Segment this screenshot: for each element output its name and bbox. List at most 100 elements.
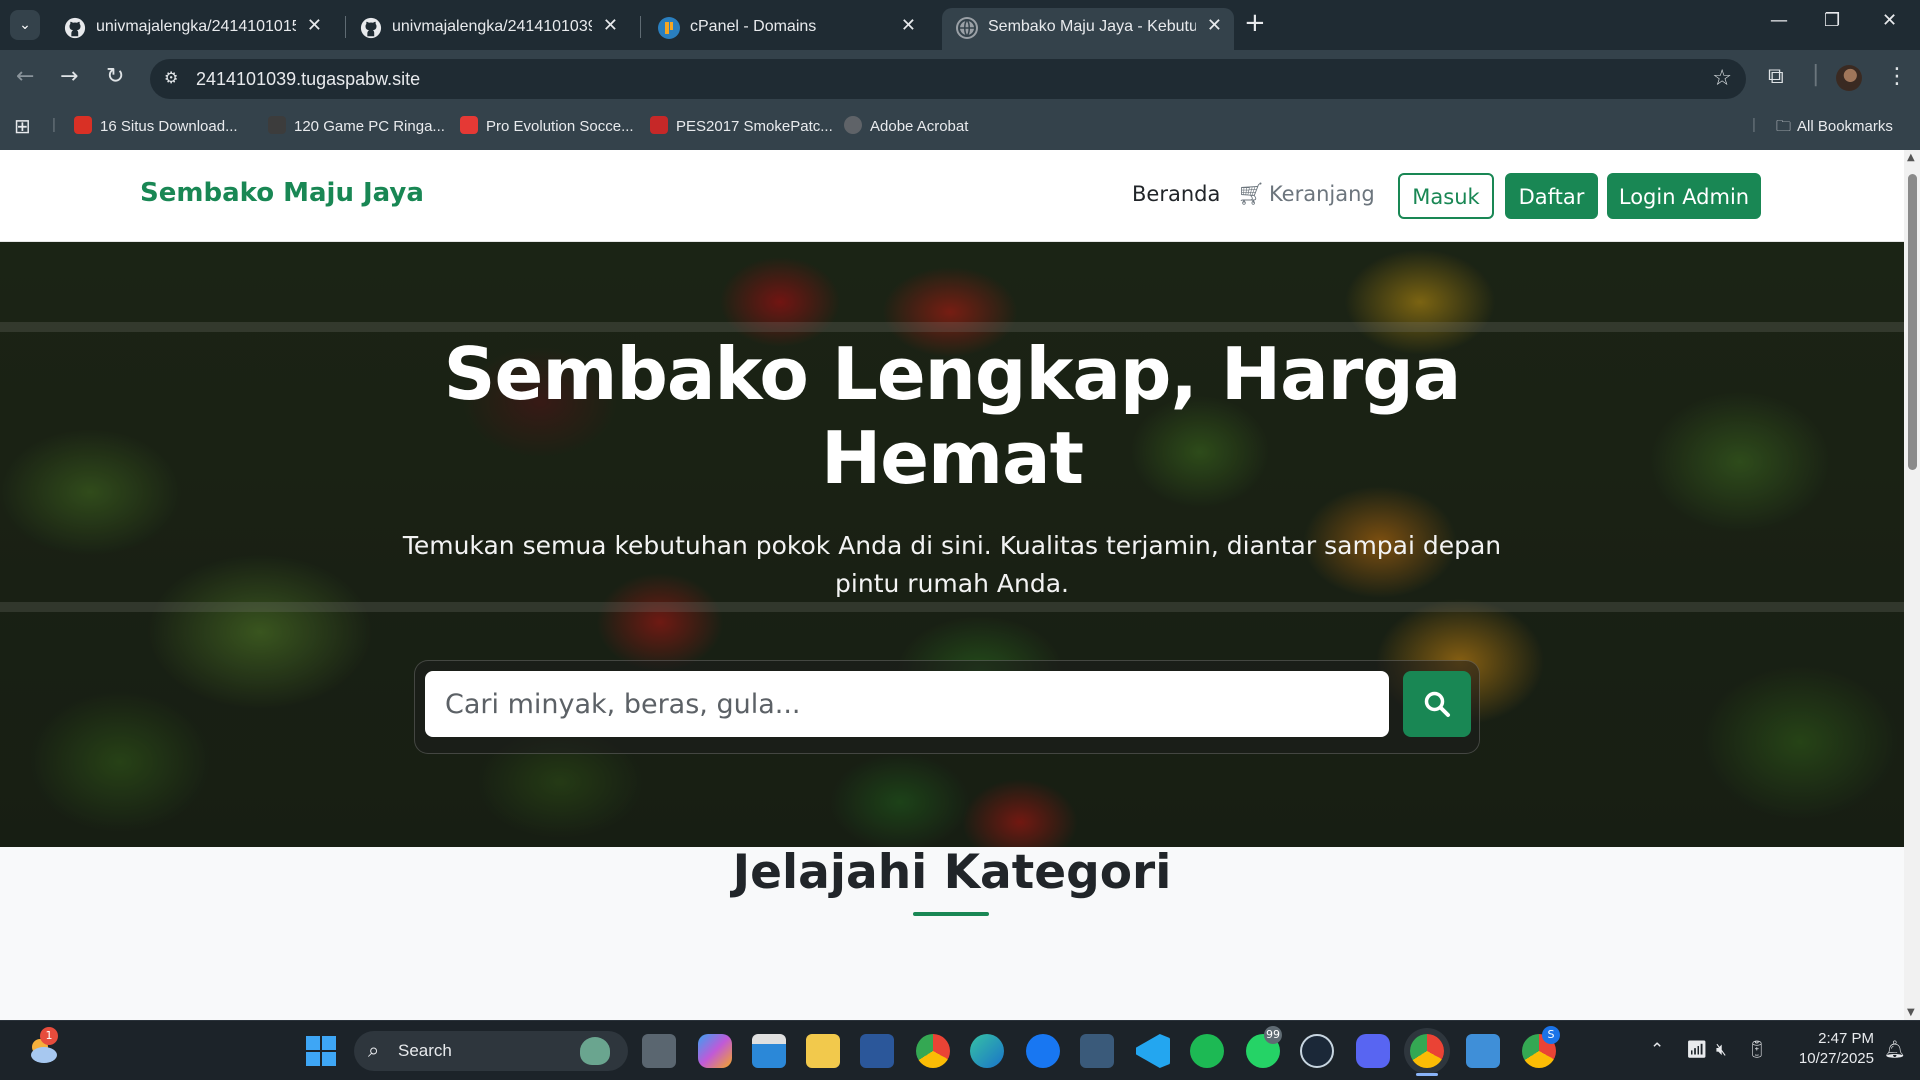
file-explorer-icon[interactable] (806, 1034, 840, 1068)
tab-sembako-active[interactable]: Sembako Maju Jaya - Kebutuha ✕ (942, 8, 1234, 50)
url-text[interactable]: 2414101039.tugaspabw.site (196, 69, 420, 90)
categories-heading: Jelajahi Kategori (732, 845, 1172, 900)
tab-title: univmajalengka/2414101039 (392, 18, 592, 35)
tab-github-2[interactable]: univmajalengka/2414101039 ✕ (346, 8, 630, 50)
battery-icon[interactable]: 🔋︎ (1746, 1040, 1768, 1060)
system-clock[interactable]: 2:47 PM 10/27/2025 (1786, 1029, 1874, 1069)
shopping-cart-icon: 🛒︎ (1237, 182, 1265, 207)
chrome-icon[interactable] (916, 1034, 950, 1068)
tab-separator (640, 16, 641, 38)
forward-arrow-icon[interactable]: → (60, 64, 78, 89)
weather-badge: 1 (40, 1027, 58, 1045)
wifi-icon[interactable]: 📶︎ (1686, 1040, 1708, 1060)
task-view-icon[interactable] (642, 1034, 676, 1068)
bookmark-favicon-icon (460, 116, 478, 134)
scrollbar-thumb[interactable] (1908, 174, 1917, 470)
site-navbar: Sembako Maju Jaya Beranda 🛒︎ Keranjang Ma… (0, 150, 1904, 242)
bookmark-favicon-icon (844, 116, 862, 134)
tab-title: Sembako Maju Jaya - Kebutuha (988, 18, 1196, 35)
microsoft-store-icon[interactable] (752, 1034, 786, 1068)
clock-date: 10/27/2025 (1798, 1050, 1874, 1067)
extensions-puzzle-icon[interactable]: ⧉ (1768, 64, 1784, 89)
search-icon (1424, 691, 1450, 717)
folder-icon: 🗀 (1776, 118, 1792, 135)
new-tab-plus-icon[interactable]: + (1244, 8, 1266, 38)
bookmark-star-icon[interactable]: ☆ (1712, 66, 1732, 91)
bookmark-item[interactable]: 16 Situs Download... (74, 116, 238, 135)
restore-icon[interactable]: ❐ (1824, 10, 1840, 31)
bookmark-favicon-icon (268, 116, 286, 134)
product-search-input[interactable] (425, 671, 1389, 737)
search-submit-button[interactable] (1403, 671, 1471, 737)
hero-section: Sembako Lengkap, Harga Hemat Temukan sem… (0, 242, 1904, 847)
address-bar[interactable]: ⚙ 2414101039.tugaspabw.site ☆ (150, 59, 1746, 99)
spotify-icon[interactable] (1190, 1034, 1224, 1068)
close-tab-icon[interactable]: ✕ (307, 15, 322, 36)
whatsapp-badge: 99 (1264, 1026, 1282, 1044)
bookmark-item[interactable]: 120 Game PC Ringa... (268, 116, 445, 135)
bookmark-item[interactable]: Pro Evolution Socce... (460, 116, 634, 135)
whatsapp-icon[interactable]: 99 (1246, 1026, 1282, 1068)
tab-title: cPanel - Domains (690, 18, 817, 35)
register-button[interactable]: Daftar (1505, 173, 1598, 219)
volume-muted-icon[interactable]: 🔇︎ (1716, 1040, 1727, 1060)
site-brand-link[interactable]: Sembako Maju Jaya (140, 178, 424, 208)
windows-start-button[interactable] (306, 1036, 336, 1066)
discord-icon[interactable] (1356, 1034, 1390, 1068)
mysql-workbench-icon[interactable] (1080, 1034, 1114, 1068)
bookmark-favicon-icon (74, 116, 92, 134)
facebook-icon[interactable] (1026, 1034, 1060, 1068)
site-info-icon[interactable]: ⚙ (164, 68, 178, 87)
web-page: Sembako Maju Jaya Beranda 🛒︎ Keranjang Ma… (0, 150, 1904, 1020)
steam-icon[interactable] (1300, 1034, 1334, 1068)
page-scrollbar[interactable]: ▲ ▼ (1904, 150, 1920, 1020)
search-icon: ⌕ (368, 1038, 380, 1062)
scroll-up-icon[interactable]: ▲ (1907, 152, 1915, 163)
edge-icon[interactable] (970, 1034, 1004, 1068)
github-icon (64, 17, 86, 39)
chrome-active-icon[interactable] (1410, 1034, 1444, 1068)
admin-login-button[interactable]: Login Admin (1607, 173, 1761, 219)
toolbar-divider: | (1812, 62, 1820, 87)
show-hidden-icons-chevron-icon[interactable]: ⌃ (1650, 1040, 1664, 1060)
bookmark-item[interactable]: PES2017 SmokePatc... (650, 116, 833, 135)
nav-home-link[interactable]: Beranda (1132, 182, 1220, 206)
close-tab-icon[interactable]: ✕ (901, 15, 916, 36)
bookmark-item[interactable]: Adobe Acrobat (844, 116, 968, 135)
browser-tab-strip: ⌄ univmajalengka/2414101015: W ✕ univmaj… (0, 0, 1920, 50)
more-menu-icon[interactable]: ⋮ (1886, 64, 1908, 89)
minimize-icon[interactable]: — (1770, 10, 1788, 31)
cpanel-icon (658, 17, 680, 39)
bookmark-label: Pro Evolution Socce... (486, 118, 634, 135)
hero-subtitle: Temukan semua kebutuhan pokok Anda di si… (402, 531, 1502, 598)
bookmark-label: PES2017 SmokePatc... (676, 118, 833, 135)
close-window-icon[interactable]: ✕ (1882, 10, 1897, 31)
tab-search-button[interactable]: ⌄ (10, 10, 40, 40)
reload-icon[interactable]: ↻ (106, 64, 124, 89)
clock-time: 2:47 PM (1818, 1030, 1874, 1047)
profile-avatar[interactable] (1836, 65, 1862, 91)
chrome-profile-icon[interactable]: S (1522, 1026, 1560, 1068)
back-arrow-icon[interactable]: ← (16, 64, 34, 89)
scroll-down-icon[interactable]: ▼ (1907, 1007, 1915, 1018)
taskbar-search-box[interactable]: ⌕ Search (354, 1031, 628, 1071)
tab-github-1[interactable]: univmajalengka/2414101015: W ✕ (50, 8, 334, 50)
login-button[interactable]: Masuk (1398, 173, 1494, 219)
heading-underline (913, 912, 989, 916)
windows-taskbar: 1 ⌕ Search 99 S ⌃ 📶︎ 🔇︎ 🔋︎ 2:47 PM 10/27… (0, 1020, 1920, 1080)
vscode-icon[interactable] (1136, 1034, 1170, 1068)
tab-cpanel[interactable]: cPanel - Domains ✕ (644, 8, 928, 50)
bookmarks-bar: ⊞ | 16 Situs Download... 120 Game PC Rin… (0, 106, 1920, 150)
close-tab-icon[interactable]: ✕ (1207, 15, 1222, 36)
word-icon[interactable] (860, 1034, 894, 1068)
weather-widget[interactable]: 1 (26, 1027, 60, 1067)
notepad-icon[interactable] (1466, 1034, 1500, 1068)
apps-grid-icon[interactable]: ⊞ (14, 114, 31, 139)
notifications-bell-icon[interactable]: 🔔︎ (1884, 1040, 1906, 1060)
copilot-icon[interactable] (698, 1034, 732, 1068)
close-tab-icon[interactable]: ✕ (603, 15, 618, 36)
bookmark-label: 16 Situs Download... (100, 118, 238, 135)
all-bookmarks-button[interactable]: 🗀 All Bookmarks (1776, 116, 1893, 141)
nav-cart-link[interactable]: 🛒︎ Keranjang (1237, 182, 1375, 207)
all-bookmarks-label: All Bookmarks (1797, 118, 1893, 135)
